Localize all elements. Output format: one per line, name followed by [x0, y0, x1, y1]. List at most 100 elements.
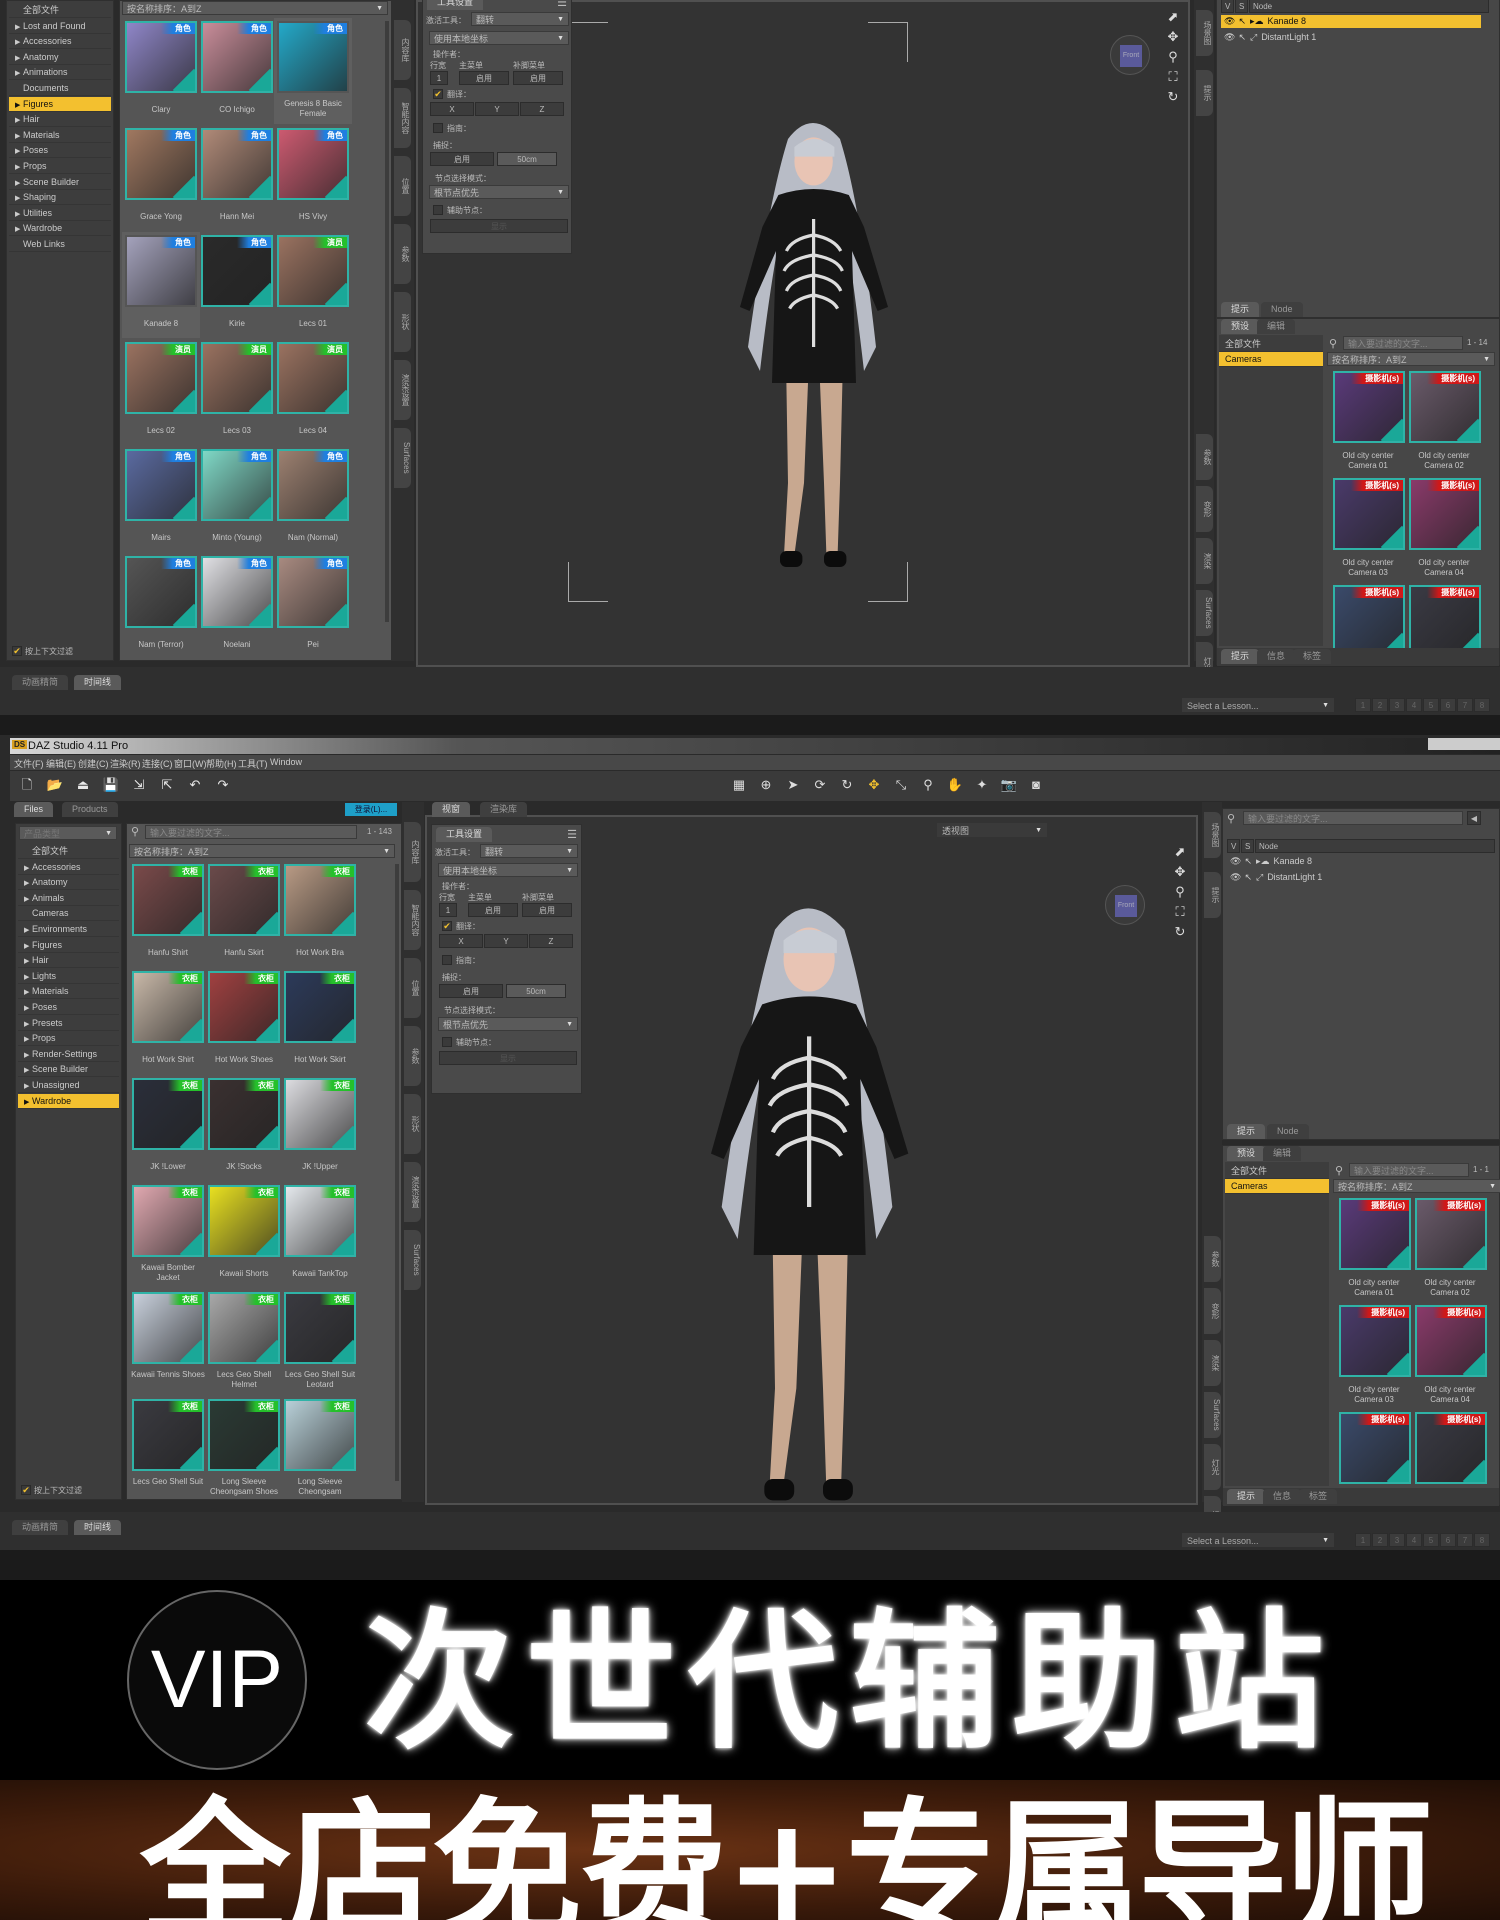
thumbnail[interactable]: 演员 — [277, 342, 349, 414]
vertical-tab[interactable]: 形状 — [404, 1094, 421, 1154]
thumbnail[interactable]: 摄影机(s) — [1333, 371, 1405, 443]
sidebar-item[interactable]: ▶ Lights — [18, 969, 119, 984]
preset-bottom-tab[interactable]: 提示 — [1221, 649, 1260, 664]
filter-checkbox[interactable]: ✔ — [21, 1485, 31, 1495]
search-input[interactable]: 输入要过滤的文字... — [145, 825, 357, 839]
visibility-eye-icon[interactable]: 👁 — [1224, 16, 1235, 26]
sort-dropdown[interactable]: 按名称排序：A到Z — [122, 1, 388, 15]
vertical-tab[interactable]: 变形 — [1196, 486, 1213, 532]
selectable-icon[interactable]: ↖ — [1238, 16, 1246, 26]
product-type-dropdown[interactable]: 产品类型 — [19, 826, 117, 840]
vertical-tab[interactable]: 参数 — [1196, 434, 1213, 480]
column-header-node[interactable]: Node — [1249, 0, 1489, 13]
lesson-page-button[interactable]: 4 — [1406, 698, 1422, 712]
selectable-icon[interactable]: ↖ — [1244, 872, 1252, 882]
sidebar-item[interactable]: ▶ Presets — [18, 1016, 119, 1031]
lesson-page-button[interactable]: 7 — [1457, 1533, 1473, 1547]
open-icon[interactable]: 📂 — [46, 776, 64, 794]
thumbnail[interactable]: 角色 — [201, 21, 273, 93]
scene-search-input[interactable]: 输入要过滤的文字... — [1243, 811, 1463, 825]
view-cube[interactable]: Front — [1105, 885, 1145, 925]
grid-icon[interactable]: ▦ — [730, 776, 748, 794]
guide-checkbox[interactable] — [442, 955, 452, 965]
scene-node-row[interactable]: 👁 ↖ ▸☁ Kanade 8 — [1227, 855, 1467, 868]
tab-tool-settings[interactable]: 工具设置 — [436, 827, 493, 842]
vertical-tab[interactable]: 内容库 — [394, 20, 411, 80]
sidebar-item[interactable]: ▶ Wardrobe — [18, 1093, 119, 1109]
thumbnail[interactable]: 衣柜 — [208, 1078, 280, 1150]
vertical-tab[interactable]: Surfaces — [1204, 1392, 1221, 1438]
sidebar-item[interactable]: 全部文件 — [9, 3, 111, 18]
preset-category[interactable]: 全部文件 — [1225, 1164, 1329, 1179]
lesson-page-button[interactable]: 1 — [1355, 698, 1371, 712]
sidebar-item[interactable]: ▶ Lost and Found — [9, 19, 111, 34]
scene-tab[interactable]: Node — [1261, 302, 1303, 317]
thumbnail[interactable]: 衣柜 — [132, 1185, 204, 1257]
sidebar-item[interactable]: ▶ Utilities — [9, 206, 111, 221]
menu-4[interactable]: 连接(C) — [142, 757, 173, 770]
lesson-page-button[interactable]: 1 — [1355, 1533, 1371, 1547]
sidebar-item[interactable]: ▶ Environments — [18, 922, 119, 937]
preset-sort-dropdown[interactable]: 按名称排序：A到Z — [1327, 352, 1495, 366]
thumbnail[interactable]: 衣柜 — [208, 1185, 280, 1257]
menu-2[interactable]: 创建(C) — [78, 757, 109, 770]
joint-icon[interactable]: ⚲ — [919, 776, 937, 794]
vertical-tab[interactable]: 提示 — [1204, 872, 1221, 918]
grid-scrollbar[interactable] — [395, 864, 399, 1481]
thumbnail[interactable]: 摄影机(s) — [1339, 1305, 1411, 1377]
vertical-tab[interactable]: 智能内容 — [404, 890, 421, 950]
sidebar-item[interactable]: Documents — [9, 81, 111, 96]
preset-category[interactable]: Cameras — [1225, 1179, 1329, 1194]
thumbnail[interactable]: 角色 — [125, 556, 197, 628]
thumbnail[interactable]: 衣柜 — [284, 864, 356, 936]
vertical-tab[interactable]: 参数 — [1204, 1236, 1221, 1282]
thumbnail[interactable]: 衣柜 — [284, 1078, 356, 1150]
close-button[interactable] — [1428, 738, 1500, 750]
preset-tab[interactable]: 编辑 — [1257, 319, 1296, 334]
redo-icon[interactable]: ↷ — [214, 776, 232, 794]
lesson-page-button[interactable]: 3 — [1389, 698, 1405, 712]
camera-icon[interactable]: ⬈ — [1171, 843, 1189, 861]
preset-category[interactable]: 全部文件 — [1219, 337, 1323, 352]
export-icon[interactable]: ⇱ — [158, 776, 176, 794]
selectable-icon[interactable]: ↖ — [1238, 32, 1246, 42]
translate-icon[interactable]: ✥ — [865, 776, 883, 794]
axis-y-button[interactable]: Y — [484, 934, 528, 948]
tab-tool-settings[interactable]: 工具设置 — [427, 0, 484, 10]
import-icon[interactable]: ⇲ — [130, 776, 148, 794]
pan-icon[interactable]: ✥ — [1171, 863, 1189, 881]
sidebar-item[interactable]: ▶ Materials — [18, 984, 119, 1000]
render-icon[interactable]: ◙ — [1027, 776, 1045, 794]
zoom-icon[interactable]: ⚲ — [1171, 883, 1189, 901]
scale-icon[interactable]: ⤡ — [892, 776, 910, 794]
thumbnail[interactable]: 角色 — [277, 128, 349, 200]
thumbnail[interactable]: 衣柜 — [284, 1185, 356, 1257]
vertical-tab[interactable]: 渲染 — [1204, 1340, 1221, 1386]
translate-checkbox[interactable]: ✔ — [442, 921, 452, 931]
thumbnail[interactable]: 衣柜 — [132, 1292, 204, 1364]
preset-search-input[interactable]: 输入要过滤的文字... — [1343, 336, 1463, 350]
coordinate-dropdown[interactable]: 使用本地坐标 — [429, 31, 569, 45]
preset-tab[interactable]: 预设 — [1221, 319, 1260, 334]
thumbnail[interactable]: 摄影机(s) — [1339, 1412, 1411, 1484]
snap-value-field[interactable]: 50cm — [506, 984, 566, 998]
new-file-icon[interactable]: 🗋 — [18, 776, 36, 794]
column-header-v[interactable]: V — [1221, 0, 1234, 13]
menu-5[interactable]: 窗口(W) — [174, 757, 207, 770]
vertical-tab[interactable]: Surfaces — [404, 1230, 421, 1290]
sidebar-item[interactable]: ▶ Figures — [9, 96, 111, 112]
selectable-icon[interactable]: ↖ — [1244, 856, 1252, 866]
visibility-eye-icon[interactable]: 👁 — [1224, 32, 1235, 42]
lesson-page-button[interactable]: 8 — [1474, 698, 1490, 712]
thumbnail[interactable]: 衣柜 — [284, 971, 356, 1043]
prev-button[interactable]: ◀ — [1467, 811, 1481, 825]
column-header-s[interactable]: S — [1235, 0, 1248, 13]
preset-category[interactable]: Cameras — [1219, 352, 1323, 367]
vertical-tab[interactable]: 内容库 — [404, 822, 421, 882]
sidebar-item[interactable]: ▶ Scene Builder — [18, 1062, 119, 1078]
column-header-node[interactable]: Node — [1255, 839, 1495, 853]
sidebar-item[interactable]: 全部文件 — [18, 844, 119, 859]
thumbnail[interactable]: 衣柜 — [132, 1399, 204, 1471]
vertical-tab[interactable]: 灯光 — [1204, 1444, 1221, 1490]
visibility-eye-icon[interactable]: 👁 — [1230, 856, 1241, 866]
